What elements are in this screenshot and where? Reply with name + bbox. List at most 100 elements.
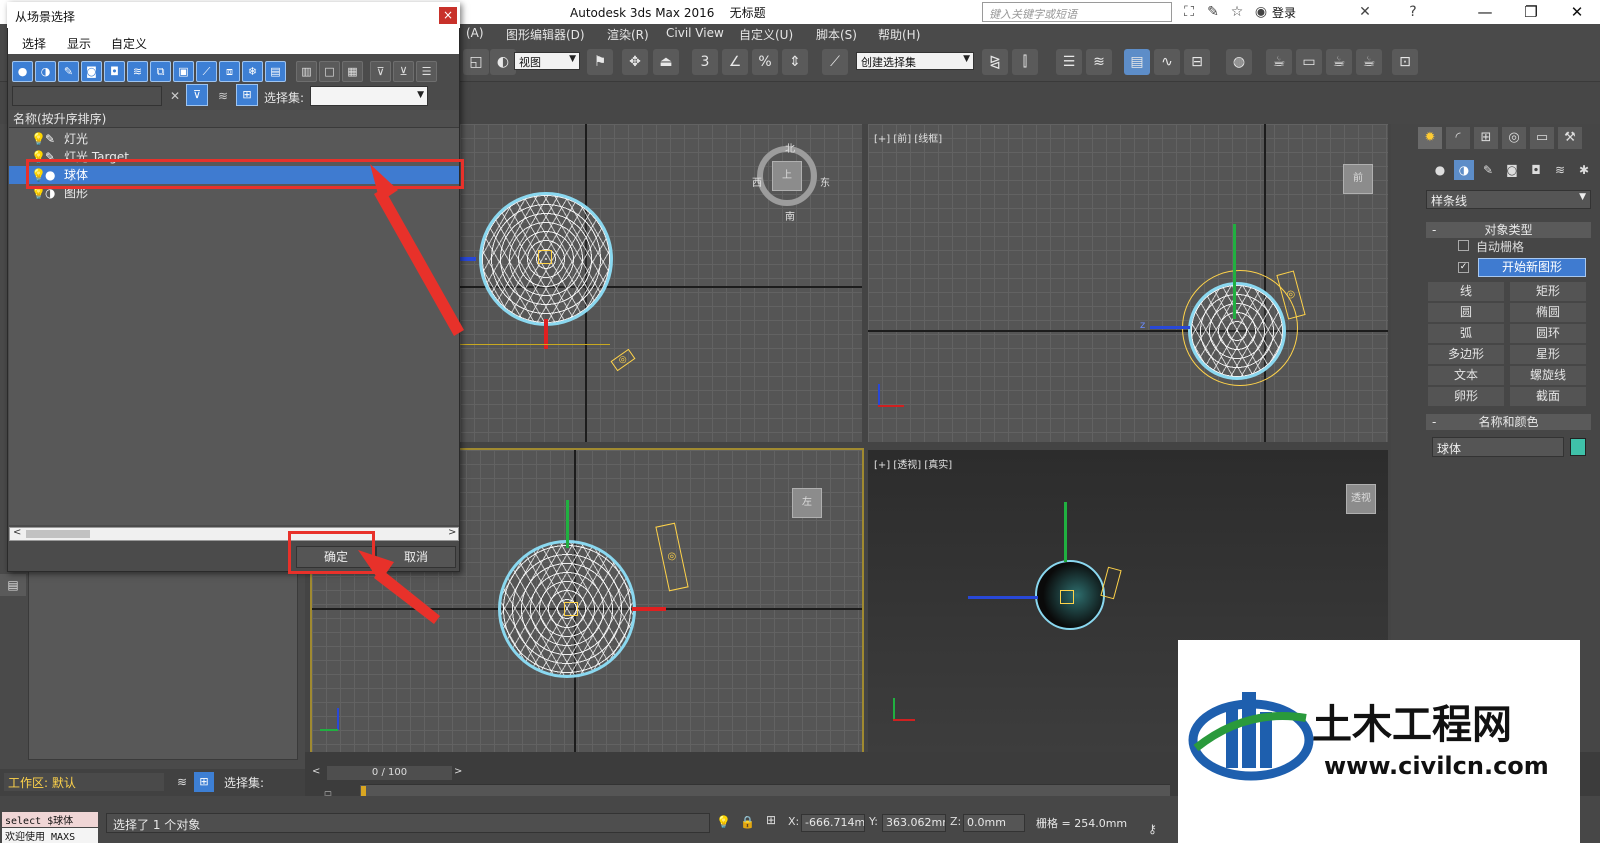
absolute-mode-icon[interactable]: ⊞	[766, 813, 776, 827]
select-manipulate-icon[interactable]: ✥	[622, 49, 648, 75]
edit-named-selection-icon[interactable]: ⟋	[822, 49, 848, 75]
pivot-icon[interactable]: ⚑	[587, 49, 613, 75]
object-type-button[interactable]: 星形	[1510, 345, 1586, 364]
dialog-selection-set-combo[interactable]: ▼	[310, 86, 428, 106]
object-type-button[interactable]: 线	[1428, 282, 1504, 301]
light-icon[interactable]	[1100, 566, 1122, 600]
x-coord-field[interactable]: -666.714m	[801, 814, 865, 832]
align-icon[interactable]: ⫿	[1012, 49, 1038, 75]
render-setup-icon[interactable]: ☕	[1266, 49, 1292, 75]
object-type-button[interactable]: 多边形	[1428, 345, 1504, 364]
viewport-label-perspective[interactable]: [+] [透视] [真实]	[874, 456, 952, 471]
sphere-wireframe[interactable]	[1188, 282, 1286, 380]
maximize-button[interactable]: ❐	[1508, 0, 1554, 24]
filter-groups-icon[interactable]: ⧉	[150, 61, 171, 82]
visibility-bulb-icon[interactable]: 💡	[31, 130, 46, 148]
create-tab-icon[interactable]: ✹	[1418, 127, 1442, 149]
time-slider[interactable]: 0 / 100	[327, 766, 452, 780]
user-icon[interactable]: ◉	[1252, 3, 1270, 21]
time-next-icon[interactable]: >	[454, 766, 468, 780]
object-type-button[interactable]: 卵形	[1428, 387, 1504, 406]
explorer-layers-icon[interactable]: ▤	[0, 574, 26, 596]
maxscript-listener-line2[interactable]: 欢迎使用 MAXS	[2, 828, 98, 843]
viewcube[interactable]: 前	[1343, 164, 1373, 194]
menu-item-animation[interactable]: (A)	[466, 26, 484, 40]
toggle-layer-explorer-icon[interactable]: ≋	[1086, 49, 1112, 75]
isolate-icon[interactable]: 💡	[716, 815, 731, 829]
material-editor-icon[interactable]: ◍	[1226, 49, 1252, 75]
rollout-name-color[interactable]: - 名称和颜色	[1426, 414, 1591, 430]
display-invert-icon[interactable]: ▦	[342, 61, 363, 82]
filter-hidden-icon[interactable]: ▤	[265, 61, 286, 82]
viewport-front[interactable]: [+] [前] [线框] z ◎ 前	[868, 124, 1388, 442]
exchange-icon[interactable]: ✕	[1356, 3, 1374, 21]
key-icon[interactable]: ⚷	[1148, 822, 1157, 836]
object-type-button[interactable]: 文本	[1428, 366, 1504, 385]
motion-tab-icon[interactable]: ◎	[1502, 127, 1526, 149]
select-scale-icon[interactable]: ◱	[463, 49, 489, 75]
filter-lights-icon[interactable]: ✎	[58, 61, 79, 82]
curve-editor-icon[interactable]: ∿	[1154, 49, 1180, 75]
binoculars-icon[interactable]: ⛶	[1180, 3, 1198, 21]
percent-snap-icon[interactable]: %	[752, 49, 778, 75]
filter-bones-icon[interactable]: ⟋	[196, 61, 217, 82]
geometry-icon[interactable]: ●	[1430, 160, 1450, 180]
auto-grid-checkbox[interactable]	[1458, 240, 1469, 251]
viewport-top[interactable]: ◎ 上 北 南 东 西	[460, 124, 862, 442]
light-icon[interactable]: ◎	[655, 522, 689, 592]
object-color-swatch[interactable]	[1570, 438, 1586, 456]
hierarchy-tab-icon[interactable]: ⊞	[1474, 127, 1498, 149]
filter-containers-icon[interactable]: ⧈	[219, 61, 240, 82]
toggle-ribbon-icon[interactable]: ▤	[1124, 49, 1150, 75]
filter-cameras-icon[interactable]: ◙	[81, 61, 102, 82]
object-type-button[interactable]: 矩形	[1510, 282, 1586, 301]
angle-snap-icon[interactable]: ∠	[722, 49, 748, 75]
object-name-field[interactable]: 球体	[1432, 437, 1564, 457]
filter-geometry-icon[interactable]: ●	[12, 61, 33, 82]
space-warps-icon[interactable]: ≋	[1550, 160, 1570, 180]
dialog-search-input[interactable]	[12, 86, 162, 106]
filter-xrefs-icon[interactable]: ▣	[173, 61, 194, 82]
dialog-menu-display[interactable]: 显示	[67, 35, 91, 52]
workspace-dropdown[interactable]: 工作区: 默认	[4, 773, 164, 791]
object-type-button[interactable]: 弧	[1428, 324, 1504, 343]
reference-coordinate-combo[interactable]: 视图 ▼	[514, 52, 580, 70]
utilities-tab-icon[interactable]: ⚒	[1558, 127, 1582, 149]
object-type-button[interactable]: 圆环	[1510, 324, 1586, 343]
snaps-toggle-icon[interactable]: 3	[692, 49, 718, 75]
layers-icon[interactable]: ≋	[172, 772, 192, 792]
display-tab-icon[interactable]: ▭	[1530, 127, 1554, 149]
close-window-button[interactable]: ✕	[1554, 0, 1600, 24]
star-icon[interactable]: ☆	[1228, 3, 1246, 21]
start-new-shape-button[interactable]: 开始新图形	[1478, 258, 1586, 277]
rollout-object-type[interactable]: - 对象类型	[1426, 222, 1591, 238]
maxscript-listener-line1[interactable]: select $球体	[2, 812, 98, 827]
dialog-close-button[interactable]: ×	[439, 7, 457, 24]
layers-toggle-icon[interactable]: ≋	[214, 86, 232, 106]
shape-category-dropdown[interactable]: 样条线 ▼	[1426, 190, 1591, 209]
login-link[interactable]: 登录	[1272, 4, 1296, 21]
minimize-button[interactable]: —	[1462, 0, 1508, 24]
dialog-title-bar[interactable]: 从场景选择 ×	[7, 2, 460, 28]
filter-frozen-icon[interactable]: ❄	[242, 61, 263, 82]
systems-icon[interactable]: ✱	[1574, 160, 1594, 180]
dialog-menu-select[interactable]: 选择	[22, 35, 46, 52]
help-icon[interactable]: ?	[1404, 3, 1422, 21]
y-coord-field[interactable]: 363.062mr	[882, 814, 946, 832]
render-iterative-icon[interactable]: ☕	[1356, 49, 1382, 75]
light-target-icon[interactable]: ◎	[610, 348, 636, 372]
dialog-menu-customize[interactable]: 自定义	[111, 35, 147, 52]
helpers-icon[interactable]: ◘	[1526, 160, 1546, 180]
menu-item-scripting[interactable]: 脚本(S)	[816, 26, 857, 43]
toggle-scene-explorer-icon[interactable]: ☰	[1056, 49, 1082, 75]
modify-tab-icon[interactable]: ◜	[1446, 127, 1470, 149]
object-type-button[interactable]: 椭圆	[1510, 303, 1586, 322]
filter-space-warps-icon[interactable]: ≋	[127, 61, 148, 82]
menu-item-help[interactable]: 帮助(H)	[878, 26, 920, 43]
scroll-thumb[interactable]	[26, 530, 90, 538]
list-column-header[interactable]: 名称(按升序排序)	[9, 110, 459, 128]
keyboard-shortcut-icon[interactable]: ⏏	[653, 49, 679, 75]
viewcube[interactable]: 上	[772, 161, 802, 191]
render-in-cloud-icon[interactable]: ⊡	[1392, 49, 1418, 75]
filter-icon[interactable]: ⊽	[370, 61, 391, 82]
